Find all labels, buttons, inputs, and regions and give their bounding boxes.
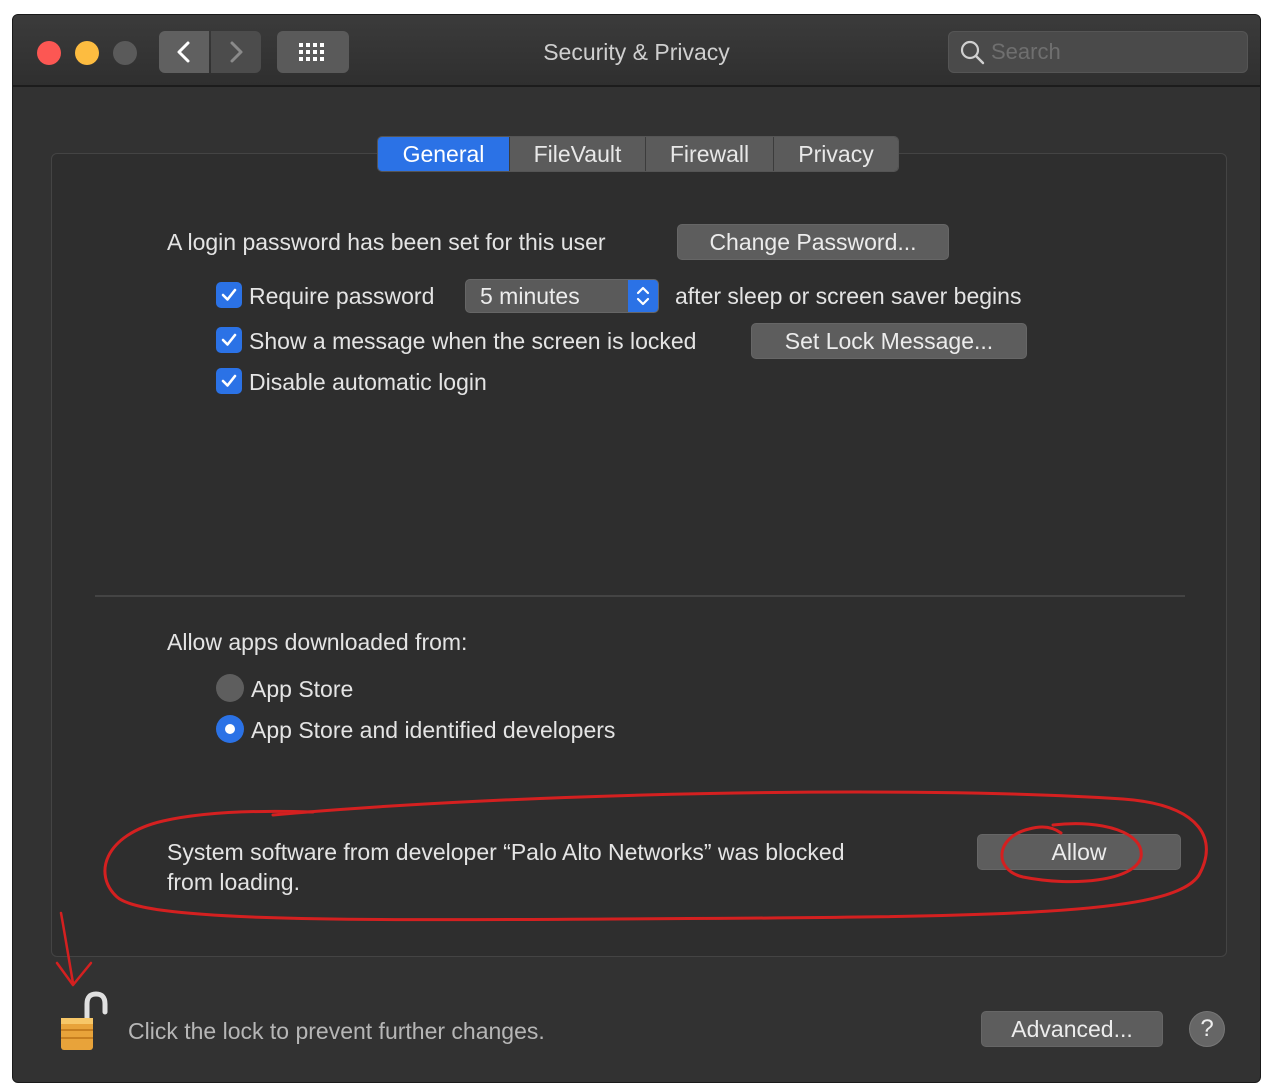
checkmark-icon <box>221 374 237 387</box>
radio-app-store-label: App Store <box>251 676 354 702</box>
section-divider <box>95 595 1185 597</box>
show-message-checkbox[interactable] <box>216 327 242 353</box>
titlebar: Security & Privacy <box>13 15 1260 87</box>
change-password-button[interactable]: Change Password... <box>677 224 949 260</box>
radio-app-store-identified[interactable] <box>216 715 244 743</box>
require-password-label: Require password <box>249 283 435 309</box>
chevron-up-down-icon <box>636 286 650 306</box>
stepper-arrows <box>628 280 658 312</box>
blocked-message-line2: from loading. <box>167 869 300 895</box>
login-password-text: A login password has been set for this u… <box>167 229 606 255</box>
lock-status-text: Click the lock to prevent further change… <box>128 1018 545 1044</box>
help-button[interactable]: ? <box>1189 1011 1225 1047</box>
security-privacy-window: Security & Privacy General FileVault Fir… <box>12 14 1261 1083</box>
allow-apps-heading: Allow apps downloaded from: <box>167 629 468 655</box>
search-input[interactable] <box>991 39 1231 65</box>
show-message-label: Show a message when the screen is locked <box>249 328 697 354</box>
advanced-button[interactable]: Advanced... <box>981 1011 1163 1047</box>
unlocked-padlock-icon[interactable] <box>57 990 113 1054</box>
tab-privacy[interactable]: Privacy <box>774 137 898 171</box>
search-icon <box>960 40 985 65</box>
require-password-checkbox[interactable] <box>216 282 242 308</box>
checkmark-icon <box>221 288 237 301</box>
tab-bar: General FileVault Firewall Privacy <box>377 136 899 172</box>
checkmark-icon <box>221 333 237 346</box>
select-value: 5 minutes <box>480 283 580 309</box>
tab-firewall[interactable]: Firewall <box>646 137 774 171</box>
require-password-delay-select[interactable]: 5 minutes <box>465 279 659 313</box>
search-field[interactable] <box>948 31 1248 73</box>
after-sleep-text: after sleep or screen saver begins <box>675 283 1022 309</box>
allow-button[interactable]: Allow <box>977 834 1181 870</box>
set-lock-message-button[interactable]: Set Lock Message... <box>751 323 1027 359</box>
disable-auto-login-checkbox[interactable] <box>216 368 242 394</box>
radio-app-store[interactable] <box>216 674 244 702</box>
tab-filevault[interactable]: FileVault <box>510 137 646 171</box>
radio-app-store-identified-label: App Store and identified developers <box>251 717 616 743</box>
disable-auto-login-label: Disable automatic login <box>249 369 487 395</box>
radio-selected-dot <box>225 724 235 734</box>
tab-general[interactable]: General <box>378 137 510 171</box>
blocked-message-line1: System software from developer “Palo Alt… <box>167 839 845 865</box>
